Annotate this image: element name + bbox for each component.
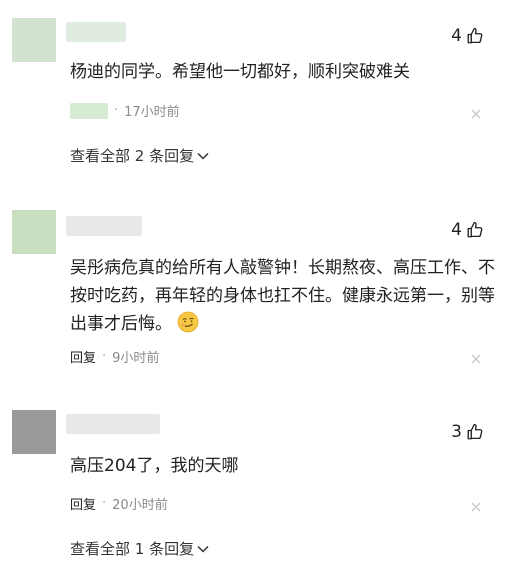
thumbs-up-icon <box>467 221 483 238</box>
comment-text-body: 吴彤病危真的给所有人敲警钟！长期熬夜、高压工作、不按时吃药，再年轻的身体也扛不住… <box>70 258 495 334</box>
separator-dot: · <box>114 103 119 118</box>
view-replies-button[interactable]: 查看全部 1 条回复 <box>70 538 210 559</box>
view-replies-label: 查看全部 2 条回复 <box>70 147 195 165</box>
timestamp: 9小时前 <box>112 351 160 366</box>
like-count: 3 <box>451 422 462 442</box>
like-button[interactable]: 3 <box>451 422 484 442</box>
view-replies-label: 查看全部 1 条回复 <box>70 540 195 558</box>
thumbs-up-icon <box>467 423 483 440</box>
comment-item: 3 高压204了，我的天哪 回复 · 20小时前 查看全部 1 条回复 <box>0 390 514 566</box>
comment-text: 高压204了，我的天哪 <box>70 456 239 476</box>
comment-text: 吴彤病危真的给所有人敲警钟！长期熬夜、高压工作、不按时吃药，再年轻的身体也扛不住… <box>70 254 502 338</box>
comment-item: 4 吴彤病危真的给所有人敲警钟！长期熬夜、高压工作、不按时吃药，再年轻的身体也扛… <box>0 190 514 390</box>
smirk-emoji <box>178 311 199 333</box>
comment-text: 杨迪的同学。希望他一切都好，顺利突破难关 <box>70 62 410 82</box>
avatar[interactable] <box>12 210 56 254</box>
comment-meta: · 17小时前 <box>70 101 180 120</box>
view-replies-button[interactable]: 查看全部 2 条回复 <box>70 145 210 166</box>
timestamp: 17小时前 <box>124 105 180 120</box>
separator-dot: · <box>102 349 107 364</box>
comment-meta: 回复 · 20小时前 <box>70 494 168 513</box>
username-blurred[interactable] <box>66 22 126 42</box>
like-count: 4 <box>451 220 462 240</box>
username-blurred[interactable] <box>66 414 160 434</box>
like-count: 4 <box>451 26 462 46</box>
close-icon[interactable] <box>470 108 482 120</box>
comment-meta: 回复 · 9小时前 <box>70 347 159 366</box>
chevron-down-icon <box>197 545 209 553</box>
reply-button[interactable]: 回复 <box>70 347 96 366</box>
close-icon[interactable] <box>470 501 482 513</box>
reply-username-blurred[interactable] <box>70 102 108 119</box>
timestamp: 20小时前 <box>112 498 168 513</box>
thumbs-up-icon <box>467 27 483 44</box>
close-icon[interactable] <box>470 353 482 365</box>
chevron-down-icon <box>197 152 209 160</box>
separator-dot: · <box>102 496 107 511</box>
reply-button[interactable]: 回复 <box>70 494 96 513</box>
avatar[interactable] <box>12 410 56 454</box>
avatar[interactable] <box>12 18 56 62</box>
comment-item: 4 杨迪的同学。希望他一切都好，顺利突破难关 · 17小时前 查看全部 2 条回… <box>0 0 514 190</box>
username-blurred[interactable] <box>66 216 142 236</box>
like-button[interactable]: 4 <box>451 26 484 46</box>
like-button[interactable]: 4 <box>451 220 484 240</box>
